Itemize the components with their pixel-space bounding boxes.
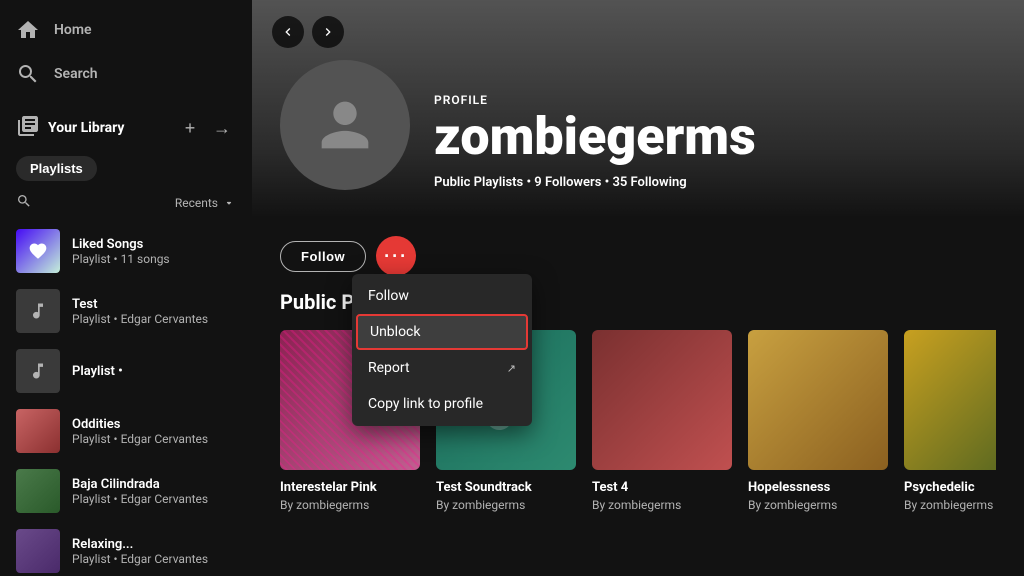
search-filter-row: Recents bbox=[0, 189, 252, 221]
psychedelic-thumb bbox=[904, 330, 996, 470]
sidebar-search-label: Search bbox=[54, 66, 98, 82]
lib-item-test[interactable]: Test Playlist • Edgar Cervantes bbox=[8, 281, 244, 341]
home-icon bbox=[16, 18, 40, 42]
sidebar-item-search[interactable]: Search bbox=[0, 52, 252, 96]
playlist-card-psychedelic[interactable]: Psychedelic By zombiegerms bbox=[904, 330, 996, 512]
more-options-button[interactable]: ··· bbox=[378, 238, 414, 274]
oddities-info: Oddities Playlist • Edgar Cervantes bbox=[72, 417, 236, 446]
expand-library-button[interactable]: → bbox=[208, 114, 236, 142]
library-list: Liked Songs Playlist • 11 songs Test Pla… bbox=[0, 221, 252, 576]
actions-row: Follow ··· Follow Unblock Report ↗ Copy … bbox=[252, 218, 1024, 286]
relaxing-info: Relaxing... Playlist • Edgar Cervantes bbox=[72, 537, 236, 566]
profile-type-label: Profile bbox=[434, 93, 756, 107]
liked-songs-thumb bbox=[16, 229, 60, 273]
context-menu: Follow Unblock Report ↗ Copy link to pro… bbox=[352, 274, 532, 426]
filter-search-icon[interactable] bbox=[16, 193, 32, 213]
your-library-title[interactable]: Your Library bbox=[16, 114, 166, 142]
your-library-header: Your Library + → bbox=[0, 104, 252, 152]
playlists-filter-button[interactable]: Playlists bbox=[16, 156, 97, 181]
add-library-button[interactable]: + bbox=[176, 114, 204, 142]
baja-info: Baja Cilindrada Playlist • Edgar Cervant… bbox=[72, 477, 236, 506]
profile-stats-text: Public Playlists • 9 Followers • 35 Foll… bbox=[434, 175, 687, 190]
relaxing-thumb bbox=[16, 529, 60, 573]
search-icon bbox=[16, 62, 40, 86]
test4-thumb bbox=[592, 330, 732, 470]
recents-label[interactable]: Recents bbox=[175, 196, 236, 210]
forward-button[interactable] bbox=[312, 16, 344, 48]
liked-songs-sub: Playlist • 11 songs bbox=[72, 252, 236, 266]
profile-avatar bbox=[280, 60, 410, 190]
test-info: Test Playlist • Edgar Cervantes bbox=[72, 297, 236, 326]
playlist-thumb bbox=[16, 349, 60, 393]
context-menu-report[interactable]: Report ↗ bbox=[352, 350, 532, 386]
library-icon bbox=[16, 114, 40, 142]
lib-item-baja[interactable]: Baja Cilindrada Playlist • Edgar Cervant… bbox=[8, 461, 244, 521]
sidebar-nav: Home Search bbox=[0, 0, 252, 104]
baja-thumb bbox=[16, 469, 60, 513]
profile-stats: Public Playlists • 9 Followers • 35 Foll… bbox=[434, 175, 756, 190]
topbar bbox=[252, 0, 1024, 64]
sidebar-item-home[interactable]: Home bbox=[0, 8, 252, 52]
library-actions: + → bbox=[176, 114, 236, 142]
back-button[interactable] bbox=[272, 16, 304, 48]
profile-name: zombiegerms bbox=[434, 111, 756, 163]
playlist-card-test4[interactable]: Test 4 By zombiegerms bbox=[592, 330, 732, 512]
playlist-card-hopelessness[interactable]: Hopelessness By zombiegerms bbox=[748, 330, 888, 512]
context-menu-unblock[interactable]: Unblock bbox=[356, 314, 528, 350]
main-content: Profile zombiegerms Public Playlists • 9… bbox=[252, 0, 1024, 576]
playlists-filter: Playlists bbox=[0, 152, 252, 189]
sidebar-home-label: Home bbox=[54, 22, 92, 38]
hopelessness-thumb bbox=[748, 330, 888, 470]
lib-item-relaxing[interactable]: Relaxing... Playlist • Edgar Cervantes bbox=[8, 521, 244, 576]
profile-info: Profile zombiegerms Public Playlists • 9… bbox=[434, 93, 756, 190]
lib-item-playlist[interactable]: Playlist • bbox=[8, 341, 244, 401]
sidebar: Home Search Your Library + → Playlists R… bbox=[0, 0, 252, 576]
external-link-icon: ↗ bbox=[507, 362, 516, 375]
context-menu-copy-link[interactable]: Copy link to profile bbox=[352, 386, 532, 422]
liked-songs-name: Liked Songs bbox=[72, 237, 236, 252]
lib-item-oddities[interactable]: Oddities Playlist • Edgar Cervantes bbox=[8, 401, 244, 461]
context-menu-follow[interactable]: Follow bbox=[352, 278, 532, 314]
oddities-thumb bbox=[16, 409, 60, 453]
liked-songs-info: Liked Songs Playlist • 11 songs bbox=[72, 237, 236, 266]
lib-item-liked-songs[interactable]: Liked Songs Playlist • 11 songs bbox=[8, 221, 244, 281]
test-thumb bbox=[16, 289, 60, 333]
follow-button[interactable]: Follow bbox=[280, 241, 366, 272]
playlist-info: Playlist • bbox=[72, 364, 236, 379]
